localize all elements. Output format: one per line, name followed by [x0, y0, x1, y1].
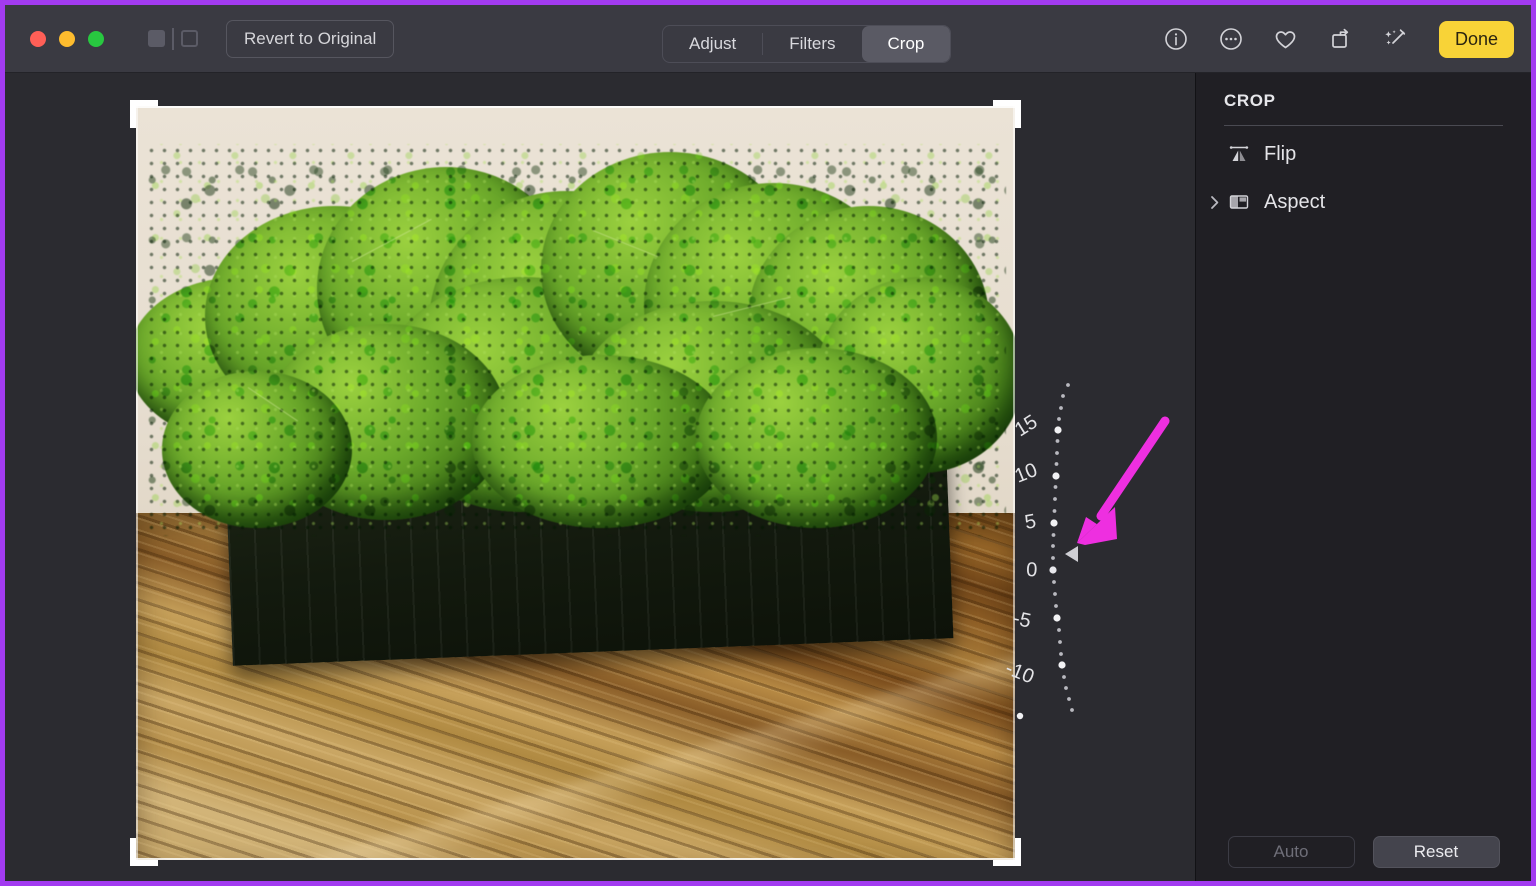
tab-filters[interactable]: Filters	[763, 26, 861, 62]
tab-crop[interactable]: Crop	[861, 26, 951, 62]
moss-arrangement	[136, 143, 1015, 536]
tab-adjust[interactable]: Adjust	[663, 26, 762, 62]
flip-icon	[1226, 141, 1252, 167]
toggle-divider	[172, 27, 174, 50]
photo-editor-window: Revert to Original Adjust Filters Crop D…	[0, 0, 1536, 886]
sidebar-item-aspect[interactable]: Aspect	[1196, 182, 1531, 222]
dial-indicator	[1065, 546, 1078, 562]
dial-label-0: 0	[1026, 559, 1038, 581]
dial-label-m5: -5	[1011, 607, 1033, 632]
straighten-dial[interactable]: 15 10 5 0 -5 -10	[980, 313, 1130, 763]
photo-image[interactable]	[136, 106, 1015, 860]
single-view-icon	[148, 30, 165, 47]
sidebar-footer: Auto Reset	[1196, 836, 1531, 868]
photo-background	[136, 106, 1015, 860]
done-button[interactable]: Done	[1438, 20, 1514, 58]
auto-enhance-wand-icon[interactable]	[1380, 23, 1412, 55]
dial-label-5: 5	[1023, 510, 1038, 534]
toolbar-actions: Done	[1160, 5, 1514, 73]
heart-favorite-icon[interactable]	[1270, 23, 1302, 55]
aspect-label: Aspect	[1264, 190, 1326, 213]
dial-label-15: 15	[1011, 411, 1042, 441]
crop-sidebar: CROP Flip Aspect Auto Reset	[1195, 73, 1531, 881]
reset-button[interactable]: Reset	[1372, 836, 1500, 868]
info-icon[interactable]	[1160, 23, 1192, 55]
split-view-icon	[181, 30, 198, 47]
zoom-window-button[interactable]	[88, 30, 104, 47]
aspect-icon	[1226, 189, 1252, 215]
sidebar-divider	[1224, 125, 1503, 126]
edit-mode-tabs: Adjust Filters Crop	[662, 25, 952, 63]
revert-to-original-button[interactable]: Revert to Original	[226, 19, 395, 58]
auto-button[interactable]: Auto	[1227, 836, 1355, 868]
rotate-icon[interactable]	[1325, 23, 1357, 55]
sidebar-title: CROP	[1224, 91, 1276, 110]
close-window-button[interactable]	[30, 30, 46, 47]
compare-view-toggle[interactable]	[148, 27, 198, 50]
editor-canvas: 15 10 5 0 -5 -10	[5, 73, 1195, 881]
minimize-window-button[interactable]	[59, 30, 75, 47]
more-options-icon[interactable]	[1215, 23, 1247, 55]
dial-label-10: 10	[1012, 459, 1041, 488]
title-bar: Revert to Original Adjust Filters Crop D…	[5, 5, 1531, 73]
chevron-right-icon[interactable]	[1206, 195, 1224, 210]
flip-label: Flip	[1264, 142, 1297, 165]
dial-label-m10: -10	[1002, 657, 1037, 688]
moss-speckle	[144, 143, 1007, 536]
window-controls	[30, 30, 104, 47]
sidebar-item-flip[interactable]: Flip	[1196, 134, 1531, 174]
